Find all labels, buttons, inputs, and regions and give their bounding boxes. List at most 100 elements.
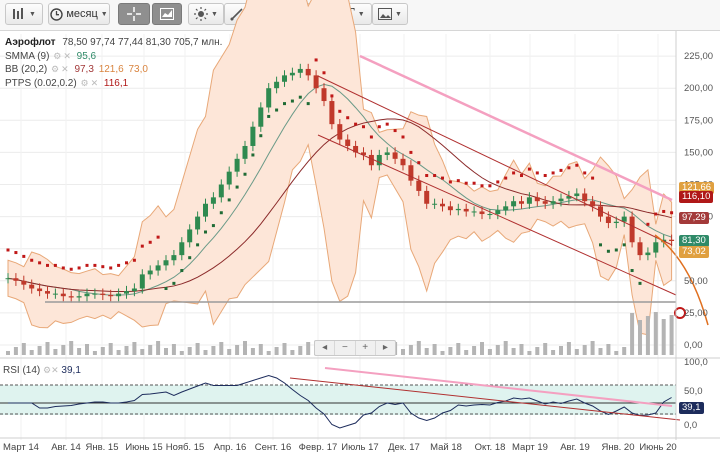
sar-dot bbox=[362, 125, 365, 129]
sar-dot bbox=[101, 265, 105, 269]
candle-body bbox=[266, 88, 272, 108]
candle-body bbox=[13, 278, 19, 281]
sar-dot bbox=[575, 163, 579, 167]
sar-dot bbox=[441, 176, 444, 180]
candle-body bbox=[487, 214, 493, 216]
sar-dot bbox=[30, 258, 34, 262]
volume-bar bbox=[203, 350, 208, 355]
candle-body bbox=[60, 293, 66, 297]
candle-body bbox=[669, 239, 675, 241]
candle-body bbox=[511, 201, 517, 207]
sar-dot bbox=[61, 266, 65, 270]
rsi-legend[interactable]: RSI (14) ⚙✕ 39,1 bbox=[3, 365, 81, 376]
candle-body bbox=[542, 201, 548, 204]
candle-body bbox=[384, 152, 390, 155]
volume-bar bbox=[156, 341, 161, 355]
settings-icon[interactable]: ⚙ bbox=[43, 365, 51, 375]
volume-bar bbox=[164, 348, 168, 355]
bb-row[interactable]: BB (20,2) ⚙ ✕ 97,3 121,6 73,0 bbox=[5, 63, 222, 77]
x-tick-label: Июнь 15 bbox=[125, 442, 162, 453]
sar-dot bbox=[196, 243, 200, 247]
sar-dot bbox=[543, 174, 547, 178]
candle-body bbox=[345, 139, 351, 146]
settings-icon[interactable]: ⚙ bbox=[80, 78, 88, 88]
volume-bar bbox=[85, 344, 89, 355]
sar-dot bbox=[164, 287, 168, 291]
sar-dot bbox=[306, 102, 310, 106]
volume-bar bbox=[195, 343, 200, 355]
volume-bar bbox=[480, 342, 484, 355]
close-icon[interactable]: ✕ bbox=[51, 365, 59, 375]
volume-bar bbox=[630, 313, 635, 355]
candle-body bbox=[408, 165, 414, 181]
sar-dot bbox=[448, 180, 452, 184]
candle-body bbox=[574, 193, 580, 197]
sar-dot bbox=[606, 249, 610, 253]
zoom-in-button[interactable]: + bbox=[356, 341, 376, 355]
close-icon[interactable]: ✕ bbox=[63, 51, 71, 61]
zoom-out-button[interactable]: − bbox=[335, 341, 356, 355]
sar-dot bbox=[393, 129, 397, 133]
candle-body bbox=[605, 216, 611, 224]
volume-bar bbox=[282, 343, 287, 355]
sar-dot bbox=[259, 134, 263, 138]
sar-dot bbox=[559, 168, 563, 172]
scroll-right-button[interactable]: ▸ bbox=[376, 341, 395, 355]
candle-body bbox=[424, 190, 430, 204]
ptps-row[interactable]: PTPS (0.02,0.2) ⚙ ✕ 116,1 bbox=[5, 77, 222, 91]
sar-dot bbox=[322, 71, 326, 75]
sar-dot bbox=[369, 135, 373, 139]
x-tick-label: Сент. 16 bbox=[255, 442, 292, 453]
sar-dot bbox=[488, 184, 492, 188]
x-tick-label: Янв. 15 bbox=[86, 442, 119, 453]
bb-lower-value: 73,0 bbox=[128, 64, 148, 75]
close-icon[interactable]: ✕ bbox=[61, 64, 69, 74]
scroll-left-button[interactable]: ◂ bbox=[315, 341, 336, 355]
candle-body bbox=[258, 107, 264, 127]
candle-body bbox=[558, 198, 564, 202]
volume-bar bbox=[140, 349, 145, 355]
x-tick-label: Май 18 bbox=[430, 442, 462, 453]
settings-icon[interactable]: ⚙ bbox=[51, 64, 59, 74]
candle-body bbox=[250, 126, 256, 146]
candle-body bbox=[21, 280, 27, 285]
volume-bar bbox=[574, 349, 579, 355]
smma-value: 95,6 bbox=[76, 50, 97, 62]
sar-dot bbox=[156, 235, 160, 239]
volume-bar bbox=[448, 347, 453, 355]
candle-body bbox=[329, 101, 335, 125]
sar-dot bbox=[433, 174, 437, 178]
sar-dot bbox=[140, 244, 144, 248]
smma-row[interactable]: SMMA (9) ⚙ ✕ 95,6 bbox=[5, 50, 222, 64]
candle-body bbox=[282, 75, 287, 82]
settings-icon[interactable]: ⚙ bbox=[53, 51, 61, 61]
rsi-tick-label: 0,0 bbox=[684, 420, 697, 431]
sar-dot bbox=[235, 185, 239, 189]
candle-body bbox=[534, 197, 540, 202]
rsi-tick-label: 50,0 bbox=[684, 386, 703, 397]
x-tick-label: Окт. 18 bbox=[475, 442, 506, 453]
candle-body bbox=[392, 152, 398, 159]
instrument-row: Аэрофлот 78,50 97,74 77,44 81,30 705,7 м… bbox=[5, 37, 222, 50]
volume-bar bbox=[77, 348, 82, 355]
x-tick-label: Авг. 14 bbox=[51, 442, 81, 453]
rsi-tick-label: 100,0 bbox=[684, 357, 708, 368]
y-tick-label: 225,00 bbox=[684, 51, 713, 62]
volume-bar bbox=[416, 341, 421, 355]
candle-body bbox=[234, 158, 240, 172]
volume-bar bbox=[424, 348, 429, 355]
sar-dot bbox=[654, 212, 658, 216]
volume-bar bbox=[53, 349, 58, 355]
volume-bar bbox=[614, 351, 619, 355]
volume-bar bbox=[551, 350, 556, 355]
ptps-label: PTPS (0.02,0.2) bbox=[5, 77, 77, 89]
smma-label: SMMA (9) bbox=[5, 50, 50, 62]
close-icon[interactable]: ✕ bbox=[91, 78, 99, 88]
sar-dot bbox=[527, 167, 531, 171]
volume-bar bbox=[653, 312, 658, 355]
sar-dot bbox=[330, 94, 334, 98]
candle-body bbox=[400, 158, 406, 166]
candle-body bbox=[155, 265, 161, 271]
sar-dot bbox=[53, 263, 57, 267]
candle-body bbox=[582, 193, 588, 202]
